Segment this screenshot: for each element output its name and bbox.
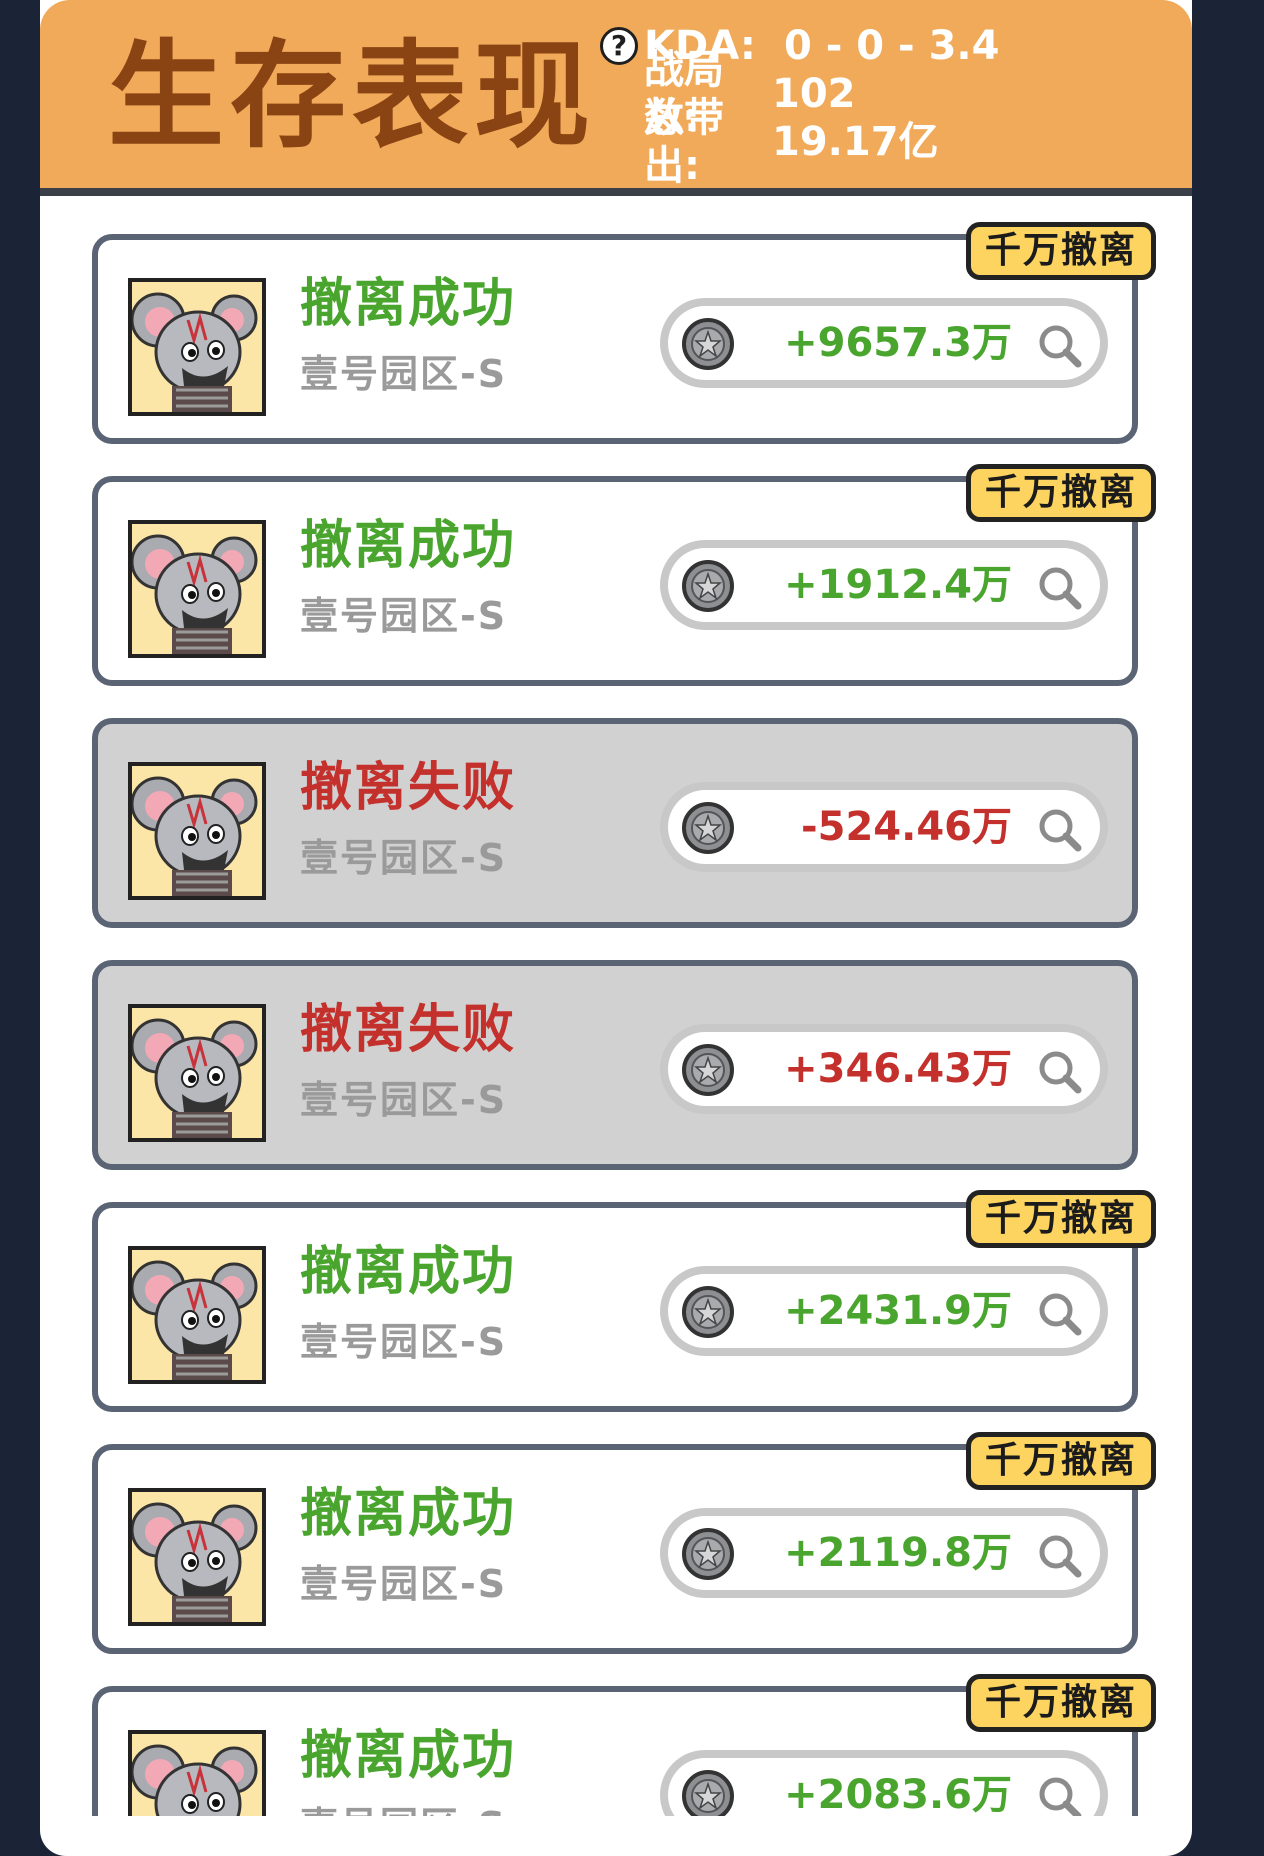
value-pill-inner: +9657.3万 — [668, 306, 1100, 380]
coin-icon — [680, 1768, 736, 1816]
record-value: -524.46万 — [801, 804, 1012, 850]
record-zone: 壹号园区-S — [300, 1078, 508, 1122]
coin-icon — [680, 800, 736, 856]
record-card[interactable]: 撤离成功壹号园区-S +2083.6万 千万撤离 — [92, 1674, 1156, 1816]
record-zone: 壹号园区-S — [300, 1802, 507, 1816]
magnifier-icon[interactable] — [1034, 1772, 1086, 1816]
value-pill[interactable]: -524.46万 — [660, 782, 1108, 872]
record-tag: 千万撤离 — [966, 464, 1156, 522]
coin-icon — [680, 1042, 736, 1098]
value-pill[interactable]: +1912.4万 — [660, 540, 1108, 630]
record-value: +2431.9万 — [784, 1288, 1012, 1334]
coin-icon — [680, 1526, 736, 1582]
record-card[interactable]: 撤离失败壹号园区-S +346.43万 — [92, 960, 1138, 1170]
value-pill[interactable]: +9657.3万 — [660, 298, 1108, 388]
record-card[interactable]: 撤离成功壹号园区-S +2431.9万 千万撤离 — [92, 1190, 1156, 1412]
record-zone: 壹号园区-S — [300, 1320, 508, 1364]
coin-icon — [680, 1284, 736, 1340]
mouse-avatar — [128, 1246, 266, 1384]
mouse-avatar — [128, 1730, 266, 1816]
magnifier-icon[interactable] — [1034, 320, 1086, 372]
record-card[interactable]: 撤离成功壹号园区-S +9657.3万 千万撤离 — [92, 222, 1156, 444]
coin-icon — [680, 316, 736, 372]
magnifier-icon[interactable] — [1034, 1046, 1086, 1098]
survival-panel: 生存表现 ? KDA: 0 - 0 - 3.4 战局数: 102 总带出: 19… — [40, 0, 1192, 1856]
mouse-avatar — [128, 762, 266, 900]
matches-value: 102 — [772, 71, 856, 117]
coin-icon — [680, 558, 736, 614]
record-zone: 壹号园区-S — [300, 594, 508, 638]
mouse-avatar — [128, 1004, 266, 1142]
question-circle-icon[interactable]: ? — [600, 27, 638, 65]
stats-block: ? KDA: 0 - 0 - 3.4 战局数: 102 总带出: 19.17亿 — [600, 22, 1000, 189]
record-tag: 千万撤离 — [966, 1190, 1156, 1248]
value-pill-inner: +2083.6万 — [668, 1758, 1100, 1816]
value-pill[interactable]: +2119.8万 — [660, 1508, 1108, 1598]
magnifier-icon[interactable] — [1034, 1530, 1086, 1582]
panel-header: 生存表现 ? KDA: 0 - 0 - 3.4 战局数: 102 总带出: 19… — [40, 0, 1192, 196]
record-status: 撤离失败 — [300, 758, 517, 818]
record-card[interactable]: 撤离成功壹号园区-S +1912.4万 千万撤离 — [92, 464, 1156, 686]
record-zone: 壹号园区-S — [300, 352, 508, 396]
record-card[interactable]: 撤离失败壹号园区-S -524.46万 — [92, 718, 1138, 928]
magnifier-icon[interactable] — [1034, 1288, 1086, 1340]
record-list[interactable]: 撤离成功 壹号园区-S +9657.3万 千万撤离 撤离成功 壹号园区-S +1912.4万… — [40, 196, 1192, 1816]
total-label: 总带出: — [644, 95, 724, 189]
record-status: 撤离成功 — [300, 274, 517, 334]
total-value: 19.17亿 — [772, 119, 939, 165]
value-pill[interactable]: +346.43万 — [660, 1024, 1108, 1114]
value-pill[interactable]: +2431.9万 — [660, 1266, 1108, 1356]
value-pill-inner: +2119.8万 — [668, 1516, 1100, 1590]
record-tag: 千万撤离 — [966, 222, 1156, 280]
record-status: 撤离成功 — [300, 1484, 517, 1544]
magnifier-icon[interactable] — [1034, 804, 1086, 856]
page-title: 生存表现 — [108, 29, 596, 164]
mouse-avatar — [128, 278, 266, 416]
record-value: +346.43万 — [784, 1046, 1012, 1092]
value-pill-inner: +1912.4万 — [668, 548, 1100, 622]
mouse-avatar — [128, 1488, 266, 1626]
value-pill-inner: -524.46万 — [668, 790, 1100, 864]
record-card[interactable]: 撤离成功壹号园区-S +2119.8万 千万撤离 — [92, 1432, 1156, 1654]
record-status: 撤离成功 — [300, 1726, 517, 1786]
record-tag: 千万撤离 — [966, 1432, 1156, 1490]
record-zone: 壹号园区-S — [300, 836, 508, 880]
record-status: 撤离成功 — [300, 1242, 517, 1302]
record-zone: 壹号园区-S — [300, 1562, 508, 1606]
kda-value: 0 - 0 - 3.4 — [784, 23, 1000, 69]
record-tag: 千万撤离 — [966, 1674, 1156, 1732]
record-status: 撤离成功 — [300, 516, 517, 576]
record-value: +2083.6万 — [784, 1772, 1012, 1816]
record-status: 撤离失败 — [300, 1000, 517, 1060]
record-value: +2119.8万 — [784, 1530, 1012, 1576]
magnifier-icon[interactable] — [1034, 562, 1086, 614]
record-value: +9657.3万 — [784, 320, 1012, 366]
record-value: +1912.4万 — [784, 562, 1012, 608]
total-row: 总带出: 19.17亿 — [600, 95, 999, 189]
mouse-avatar — [128, 520, 266, 658]
value-pill-inner: +346.43万 — [668, 1032, 1100, 1106]
value-pill-inner: +2431.9万 — [668, 1274, 1100, 1348]
value-pill[interactable]: +2083.6万 — [660, 1750, 1108, 1816]
